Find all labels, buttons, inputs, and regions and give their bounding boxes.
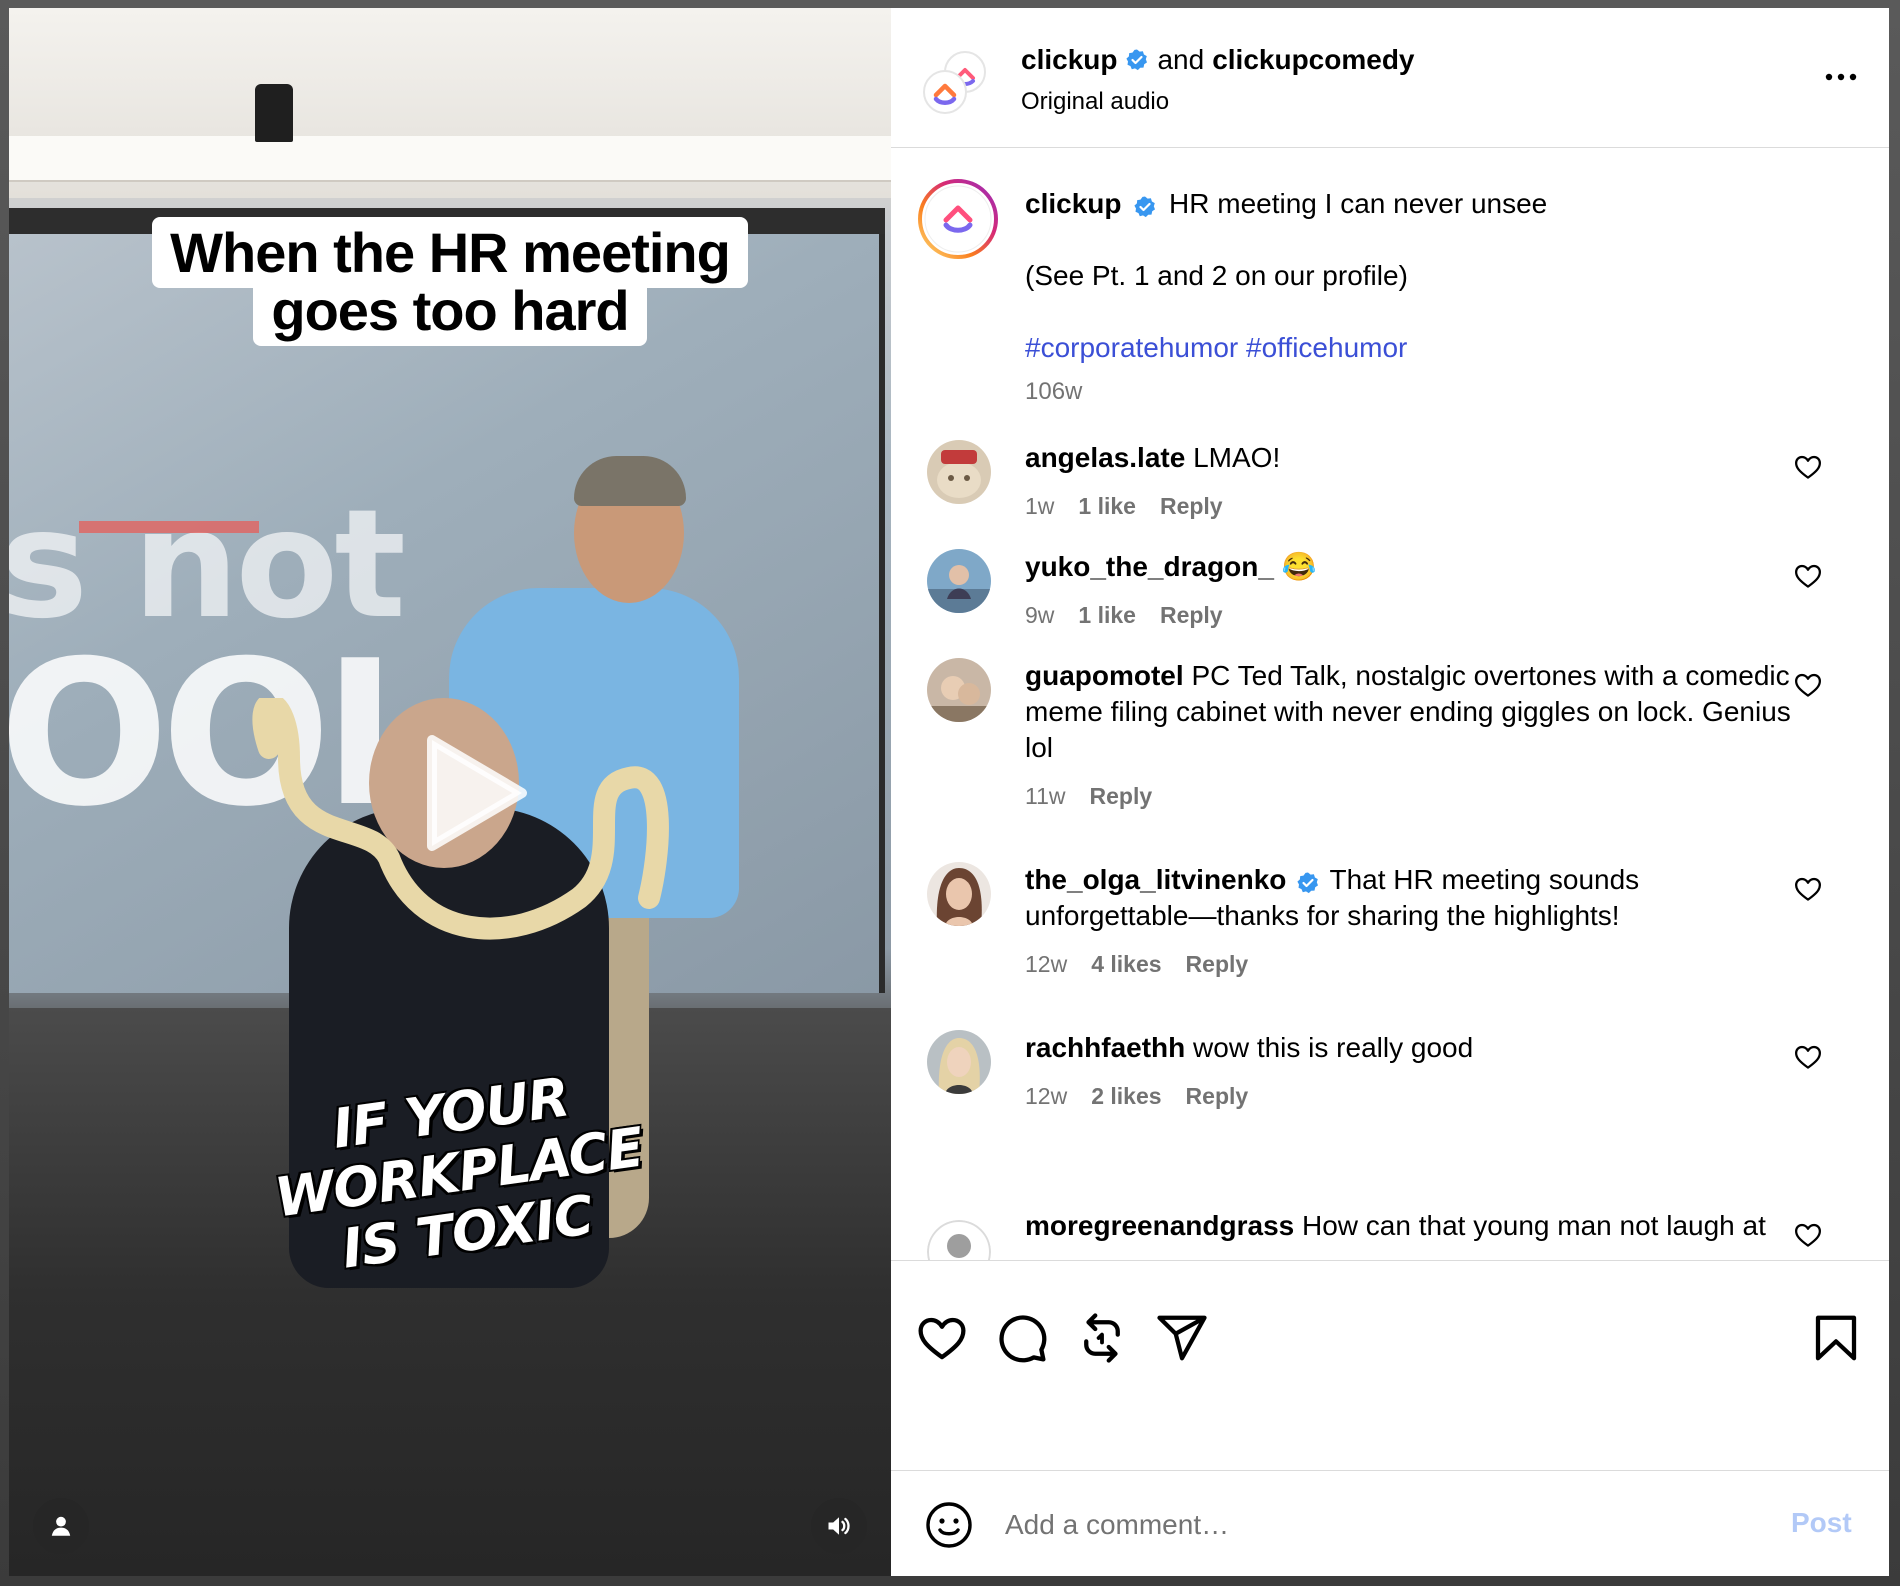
comment-reply-button[interactable]: Reply	[1160, 597, 1223, 633]
caption-author-avatar[interactable]	[917, 178, 999, 260]
comment-reply-button[interactable]: Reply	[1186, 1078, 1249, 1114]
bookmark-icon[interactable]	[1809, 1311, 1863, 1365]
comment-reply-button[interactable]: Reply	[1090, 778, 1153, 814]
verified-badge-icon	[1126, 49, 1148, 71]
comment-avatar[interactable]	[927, 549, 991, 613]
header-collab-account-link[interactable]: clickupcomedy	[1212, 44, 1414, 76]
video-caption-top-line2: goes too hard	[253, 275, 647, 346]
comment-avatar[interactable]	[927, 440, 991, 504]
caption-timestamp[interactable]: 106w	[1025, 378, 1082, 406]
caption-body: HR meeting I can never unsee	[1169, 188, 1548, 219]
comment-text: 😂	[1281, 551, 1317, 582]
emoji-icon[interactable]	[925, 1501, 973, 1549]
comment-meta: 11w Reply	[1025, 778, 1795, 814]
comment-avatar[interactable]	[927, 658, 991, 722]
comment-text: LMAO!	[1193, 442, 1281, 473]
comment-time[interactable]: 11w	[1025, 778, 1066, 814]
comment-likes-link[interactable]: 4 likes	[1091, 946, 1161, 982]
comment-body: yuko_the_dragon_ 😂 9w 1 like Reply	[1025, 549, 1795, 633]
repost-icon[interactable]	[1075, 1311, 1129, 1365]
comment-reply-button[interactable]: Reply	[1160, 488, 1223, 524]
post-side-panel: clickup and clickupcomedy Original audio	[891, 8, 1889, 1576]
comment-body: moregreenandgrass How can that young man…	[1025, 1208, 1795, 1244]
comment-username-link[interactable]: angelas.late	[1025, 442, 1185, 473]
comment-likes-link[interactable]: 1 like	[1078, 488, 1136, 524]
video-screen-strike	[79, 521, 259, 533]
comment-meta: 9w 1 like Reply	[1025, 597, 1795, 633]
comment-time[interactable]: 9w	[1025, 597, 1054, 633]
comment-text: How can that young man not laugh at	[1302, 1210, 1766, 1241]
header-accounts: clickup and clickupcomedy	[1021, 44, 1415, 76]
hashtag-link-2[interactable]: #officehumor	[1246, 332, 1407, 363]
comment-username-link[interactable]: guapomotel	[1025, 660, 1184, 691]
hashtag-link-1[interactable]: #corporatehumor	[1025, 332, 1238, 363]
more-dots-icon[interactable]	[1821, 62, 1861, 92]
video-ceiling-light	[255, 84, 293, 142]
comment-avatar[interactable]	[927, 862, 991, 926]
comment-username-link[interactable]: the_olga_litvinenko	[1025, 864, 1286, 895]
post-comment-button[interactable]: Post	[1791, 1507, 1852, 1539]
original-audio-link[interactable]: Original audio	[1021, 88, 1169, 116]
heart-icon[interactable]	[1793, 670, 1823, 700]
verified-badge-icon	[1297, 872, 1319, 894]
comment-username-link[interactable]: rachhfaethh	[1025, 1032, 1185, 1063]
comment-meta: 12w 4 likes Reply	[1025, 946, 1795, 982]
verified-badge-icon	[1134, 196, 1156, 218]
tagged-users-button[interactable]	[33, 1498, 89, 1554]
comment-input[interactable]	[1003, 1499, 1647, 1551]
comment-reply-button[interactable]: Reply	[1186, 946, 1249, 982]
comment-username-link[interactable]: moregreenandgrass	[1025, 1210, 1294, 1241]
comment-time[interactable]: 12w	[1025, 1078, 1067, 1114]
heart-icon[interactable]	[1793, 1220, 1823, 1250]
video-ceiling-beam	[9, 136, 891, 182]
comment-username-link[interactable]: yuko_the_dragon_	[1025, 551, 1274, 582]
header-collab-avatars[interactable]	[921, 48, 989, 116]
comment-avatar[interactable]	[927, 1220, 991, 1260]
comment-meta: 12w 2 likes Reply	[1025, 1078, 1795, 1114]
header-joiner: and	[1157, 44, 1205, 75]
caption-text: clickup HR meeting I can never unsee (Se…	[1025, 186, 1845, 402]
user-icon	[51, 1516, 71, 1536]
comment-likes-link[interactable]: 1 like	[1078, 597, 1136, 633]
speaker-icon	[828, 1517, 850, 1535]
comment-body: guapomotel PC Ted Talk, nostalgic overto…	[1025, 658, 1795, 814]
sound-toggle-button[interactable]	[811, 1498, 867, 1554]
comment-text: wow this is really good	[1193, 1032, 1474, 1063]
header-account-link[interactable]: clickup	[1021, 44, 1117, 76]
comment-likes-link[interactable]: 2 likes	[1091, 1078, 1161, 1114]
caption-line-2: (See Pt. 1 and 2 on our profile)	[1025, 260, 1408, 291]
paper-plane-icon[interactable]	[1155, 1311, 1209, 1365]
comment-body: angelas.late LMAO! 1w 1 like Reply	[1025, 440, 1795, 524]
video-caption-top: When the HR meeting goes too hard	[9, 217, 891, 346]
comment-avatar[interactable]	[927, 1030, 991, 1094]
heart-icon[interactable]	[1793, 561, 1823, 591]
heart-icon[interactable]	[915, 1311, 969, 1365]
comment-time[interactable]: 1w	[1025, 488, 1054, 524]
heart-icon[interactable]	[1793, 452, 1823, 482]
heart-icon[interactable]	[1793, 1042, 1823, 1072]
post-action-bar	[891, 1260, 1889, 1480]
video-player[interactable]: s not OOL When the HR meeting goes too h…	[9, 8, 891, 1576]
comment-body: rachhfaethh wow this is really good 12w …	[1025, 1030, 1795, 1114]
post-header: clickup and clickupcomedy Original audio	[891, 8, 1889, 148]
play-button[interactable]	[404, 728, 534, 858]
play-icon	[427, 735, 527, 851]
comments-scroll-area[interactable]: clickup HR meeting I can never unsee (Se…	[891, 148, 1889, 1260]
comment-meta: 1w 1 like Reply	[1025, 488, 1795, 524]
comment-time[interactable]: 12w	[1025, 946, 1067, 982]
heart-icon[interactable]	[1793, 874, 1823, 904]
caption-author-link[interactable]: clickup	[1025, 188, 1121, 219]
comment-composer: Post	[891, 1470, 1889, 1576]
comment-body: the_olga_litvinenko That HR meeting soun…	[1025, 862, 1795, 982]
post-modal: s not OOL When the HR meeting goes too h…	[9, 8, 1889, 1576]
comment-bubble-icon[interactable]	[995, 1311, 1049, 1365]
